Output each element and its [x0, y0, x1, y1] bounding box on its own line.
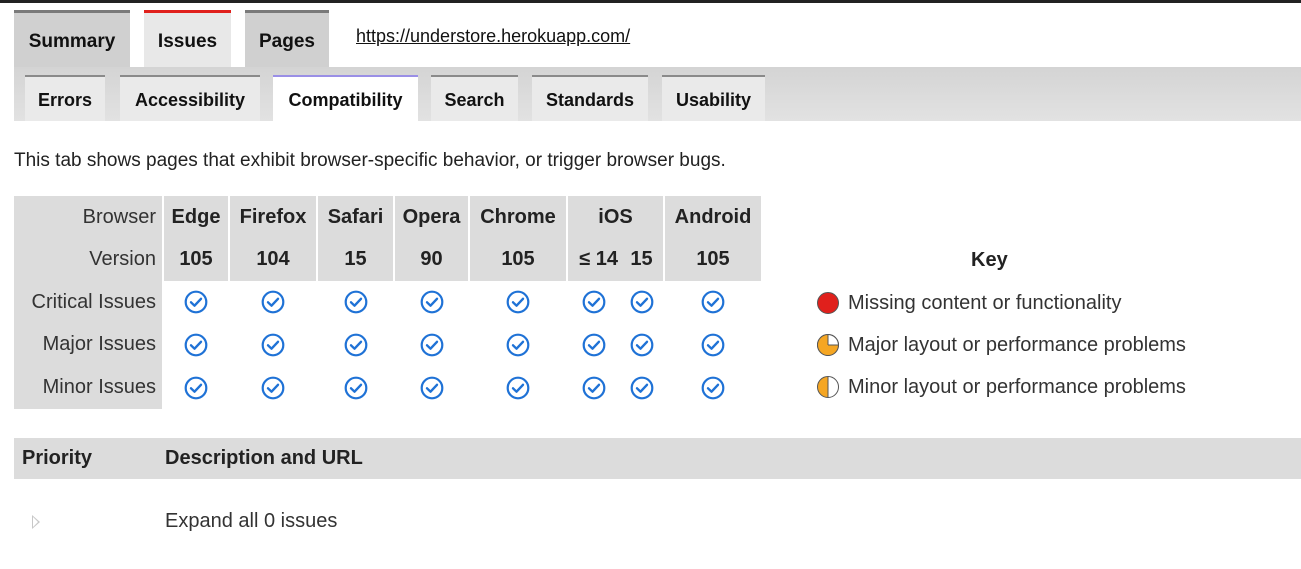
check-circle-icon [184, 290, 208, 314]
check-circle-icon [630, 290, 653, 314]
browser-ios: iOS [568, 196, 663, 238]
status-minor-firefox [230, 366, 316, 409]
check-circle-icon [261, 333, 285, 356]
header-priority[interactable]: Priority [22, 447, 92, 470]
check-circle-icon [582, 376, 606, 399]
status-critical-firefox [230, 281, 316, 323]
check-circle-icon [420, 376, 443, 399]
browser-edge: Edge [164, 196, 228, 238]
top-border [0, 0, 1301, 3]
version-opera: 90 [395, 238, 468, 281]
check-circle-icon [630, 376, 653, 399]
browser-opera: Opera [395, 196, 468, 238]
tab-search[interactable]: Search [431, 75, 518, 121]
row-label-major: Major Issues [14, 323, 162, 366]
key-label-critical: Missing content or functionality [848, 291, 1122, 314]
status-major-edge [164, 323, 228, 366]
status-major-android [665, 323, 761, 366]
version-safari: 15 [318, 238, 393, 281]
status-critical-edge [164, 281, 228, 323]
version-android: 105 [665, 238, 761, 281]
three-quarter-circle-icon [817, 334, 839, 356]
check-circle-icon [344, 290, 367, 314]
status-major-ios-15 [620, 323, 663, 366]
browser-chrome: Chrome [470, 196, 566, 238]
tab-errors[interactable]: Errors [25, 75, 105, 121]
check-circle-icon [701, 290, 725, 314]
check-circle-icon [344, 333, 367, 356]
check-circle-icon [184, 333, 208, 356]
status-critical-opera [395, 281, 468, 323]
check-circle-icon [420, 290, 443, 314]
row-label-minor: Minor Issues [14, 366, 162, 409]
status-minor-chrome [470, 366, 566, 409]
status-major-chrome [470, 323, 566, 366]
version-ios-14: ≤ 14 [568, 238, 620, 281]
key-item-minor: Minor layout or performance problems [816, 374, 1186, 400]
key-item-critical: Missing content or functionality [816, 290, 1121, 316]
site-url-link[interactable]: https://understore.herokuapp.com/ [356, 26, 630, 47]
status-minor-edge [164, 366, 228, 409]
check-circle-icon [630, 333, 653, 356]
version-label: Version [14, 238, 162, 281]
status-critical-android [665, 281, 761, 323]
check-circle-icon [582, 290, 606, 314]
browser-label: Browser [14, 196, 162, 238]
expand-all-label[interactable]: Expand all 0 issues [165, 510, 337, 533]
status-critical-chrome [470, 281, 566, 323]
tab-standards[interactable]: Standards [532, 75, 648, 121]
status-minor-safari [318, 366, 393, 409]
check-circle-icon [184, 376, 208, 399]
version-firefox: 104 [230, 238, 316, 281]
status-major-ios-14 [568, 323, 620, 366]
status-minor-ios-14 [568, 366, 620, 409]
version-ios-15: 15 [620, 238, 663, 281]
browser-android: Android [665, 196, 761, 238]
intro-text: This tab shows pages that exhibit browse… [14, 150, 726, 171]
sub-tab-bar: Errors Accessibility Compatibility Searc… [14, 67, 1301, 121]
tab-compatibility[interactable]: Compatibility [273, 75, 418, 121]
tab-usability[interactable]: Usability [662, 75, 765, 121]
half-circle-icon [817, 376, 839, 398]
status-critical-ios-15 [620, 281, 663, 323]
key-item-major: Major layout or performance problems [816, 332, 1186, 358]
tab-pages[interactable]: Pages [245, 10, 329, 67]
check-circle-icon [420, 333, 443, 356]
check-circle-icon [701, 333, 725, 356]
browser-firefox: Firefox [230, 196, 316, 238]
key-label-minor: Minor layout or performance problems [848, 375, 1186, 398]
key-label-major: Major layout or performance problems [848, 333, 1186, 356]
red-circle-icon [817, 292, 839, 314]
status-minor-opera [395, 366, 468, 409]
browser-safari: Safari [318, 196, 393, 238]
check-circle-icon [344, 376, 367, 399]
tab-issues[interactable]: Issues [144, 10, 231, 67]
check-circle-icon [701, 376, 725, 399]
status-critical-safari [318, 281, 393, 323]
expand-all-row[interactable]: Expand all 0 issues [14, 505, 1301, 539]
issues-table-header: Priority Description and URL [14, 438, 1301, 479]
status-major-safari [318, 323, 393, 366]
tab-summary[interactable]: Summary [14, 10, 130, 67]
status-critical-ios-14 [568, 281, 620, 323]
key-title: Key [971, 249, 1008, 271]
check-circle-icon [582, 333, 606, 356]
check-circle-icon [506, 333, 530, 356]
row-label-critical: Critical Issues [14, 281, 162, 323]
status-minor-android [665, 366, 761, 409]
expand-triangle-icon[interactable] [32, 515, 40, 529]
check-circle-icon [506, 376, 530, 399]
status-major-opera [395, 323, 468, 366]
header-description[interactable]: Description and URL [165, 447, 363, 470]
check-circle-icon [506, 290, 530, 314]
tab-accessibility[interactable]: Accessibility [120, 75, 260, 121]
check-circle-icon [261, 376, 285, 399]
version-chrome: 105 [470, 238, 566, 281]
version-edge: 105 [164, 238, 228, 281]
check-circle-icon [261, 290, 285, 314]
status-minor-ios-15 [620, 366, 663, 409]
status-major-firefox [230, 323, 316, 366]
